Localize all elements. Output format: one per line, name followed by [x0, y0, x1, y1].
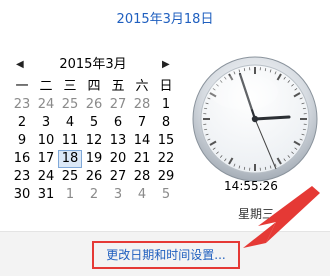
weekday-sat: 六 [135, 79, 149, 94]
calendar-day[interactable]: 2 [10, 114, 34, 132]
calendar-week-row: 23 24 25 26 27 28 29 [10, 168, 178, 186]
calendar-grid: 一 二 三 四 五 六 日 23 24 25 26 27 28 1 2 3 4 5 6 7 8 9 10 11 1… [10, 78, 178, 204]
weekday-sun: 日 [159, 79, 173, 94]
month-label[interactable]: 2015年3月 [10, 56, 176, 74]
calendar-day[interactable]: 4 [130, 186, 154, 204]
weekday-fri: 五 [111, 79, 125, 94]
calendar-day[interactable]: 4 [58, 114, 82, 132]
calendar-day[interactable]: 15 [154, 132, 178, 150]
calendar-day[interactable]: 22 [154, 150, 178, 168]
calendar-day[interactable]: 28 [130, 96, 154, 114]
calendar-day[interactable]: 20 [106, 150, 130, 168]
calendar-day[interactable]: 2 [82, 186, 106, 204]
calendar-day[interactable]: 21 [130, 150, 154, 168]
weekday-wed: 三 [63, 79, 77, 94]
calendar-day[interactable]: 7 [130, 114, 154, 132]
calendar-day[interactable]: 28 [130, 168, 154, 186]
calendar-day[interactable]: 8 [154, 114, 178, 132]
calendar-day[interactable]: 26 [82, 168, 106, 186]
calendar-day[interactable]: 23 [10, 168, 34, 186]
weekday-label: 星期三 [237, 207, 274, 221]
full-date-link[interactable]: 2015年3月18日 [0, 8, 330, 27]
analog-clock [182, 52, 328, 198]
calendar-day-today[interactable]: 18 [58, 150, 82, 168]
calendar-day[interactable]: 9 [10, 132, 34, 150]
calendar-day[interactable]: 23 [10, 96, 34, 114]
change-datetime-settings-link[interactable]: 更改日期和时间设置... [92, 241, 240, 269]
weekday-thu: 四 [87, 79, 101, 94]
calendar-day[interactable]: 30 [10, 186, 34, 204]
calendar-day[interactable]: 10 [34, 132, 58, 150]
footer-bar: 更改日期和时间设置... [0, 231, 330, 276]
chevron-right-icon[interactable]: ▶ [162, 56, 170, 74]
calendar-day[interactable]: 11 [58, 132, 82, 150]
calendar-day[interactable]: 25 [58, 168, 82, 186]
calendar-day[interactable]: 24 [34, 96, 58, 114]
calendar-day[interactable]: 27 [106, 96, 130, 114]
calendar-day[interactable]: 29 [154, 168, 178, 186]
calendar-day[interactable]: 13 [106, 132, 130, 150]
calendar-day[interactable]: 1 [58, 186, 82, 204]
calendar-day[interactable]: 16 [10, 150, 34, 168]
calendar-day[interactable]: 17 [34, 150, 58, 168]
calendar-day[interactable]: 24 [34, 168, 58, 186]
calendar-week-row: 9 10 11 12 13 14 15 [10, 132, 178, 150]
calendar-day[interactable]: 26 [82, 96, 106, 114]
calendar-week-row: 16 17 18 19 20 21 22 [10, 150, 178, 168]
calendar-day[interactable]: 5 [82, 114, 106, 132]
calendar-week-row: 2345678 [10, 114, 178, 132]
calendar-day[interactable]: 14 [130, 132, 154, 150]
calendar-day[interactable]: 19 [82, 150, 106, 168]
calendar-day[interactable]: 1 [154, 96, 178, 114]
calendar-day[interactable]: 3 [34, 114, 58, 132]
calendar-day[interactable]: 31 [34, 186, 58, 204]
calendar-week-row: 23 24 25 26 27 28 1 [10, 96, 178, 114]
digital-time: 14:55:26 [224, 179, 278, 193]
calendar-day[interactable]: 6 [106, 114, 130, 132]
calendar-day[interactable]: 25 [58, 96, 82, 114]
weekday-tue: 二 [39, 79, 53, 94]
calendar-day[interactable]: 5 [154, 186, 178, 204]
calendar-week-row: 30 31 1 2 3 4 5 [10, 186, 178, 204]
calendar-day[interactable]: 27 [106, 168, 130, 186]
clock-face-icon [192, 56, 318, 182]
datetime-flyout: 2015年3月18日 ◀ 2015年3月 ▶ 一 二 三 四 五 六 日 23 2… [0, 0, 330, 276]
calendar-header: ◀ 2015年3月 ▶ [10, 56, 176, 74]
calendar-day[interactable]: 12 [82, 132, 106, 150]
calendar-day[interactable]: 3 [106, 186, 130, 204]
weekday-mon: 一 [15, 79, 29, 94]
weekday-row: 一 二 三 四 五 六 日 [10, 78, 178, 96]
